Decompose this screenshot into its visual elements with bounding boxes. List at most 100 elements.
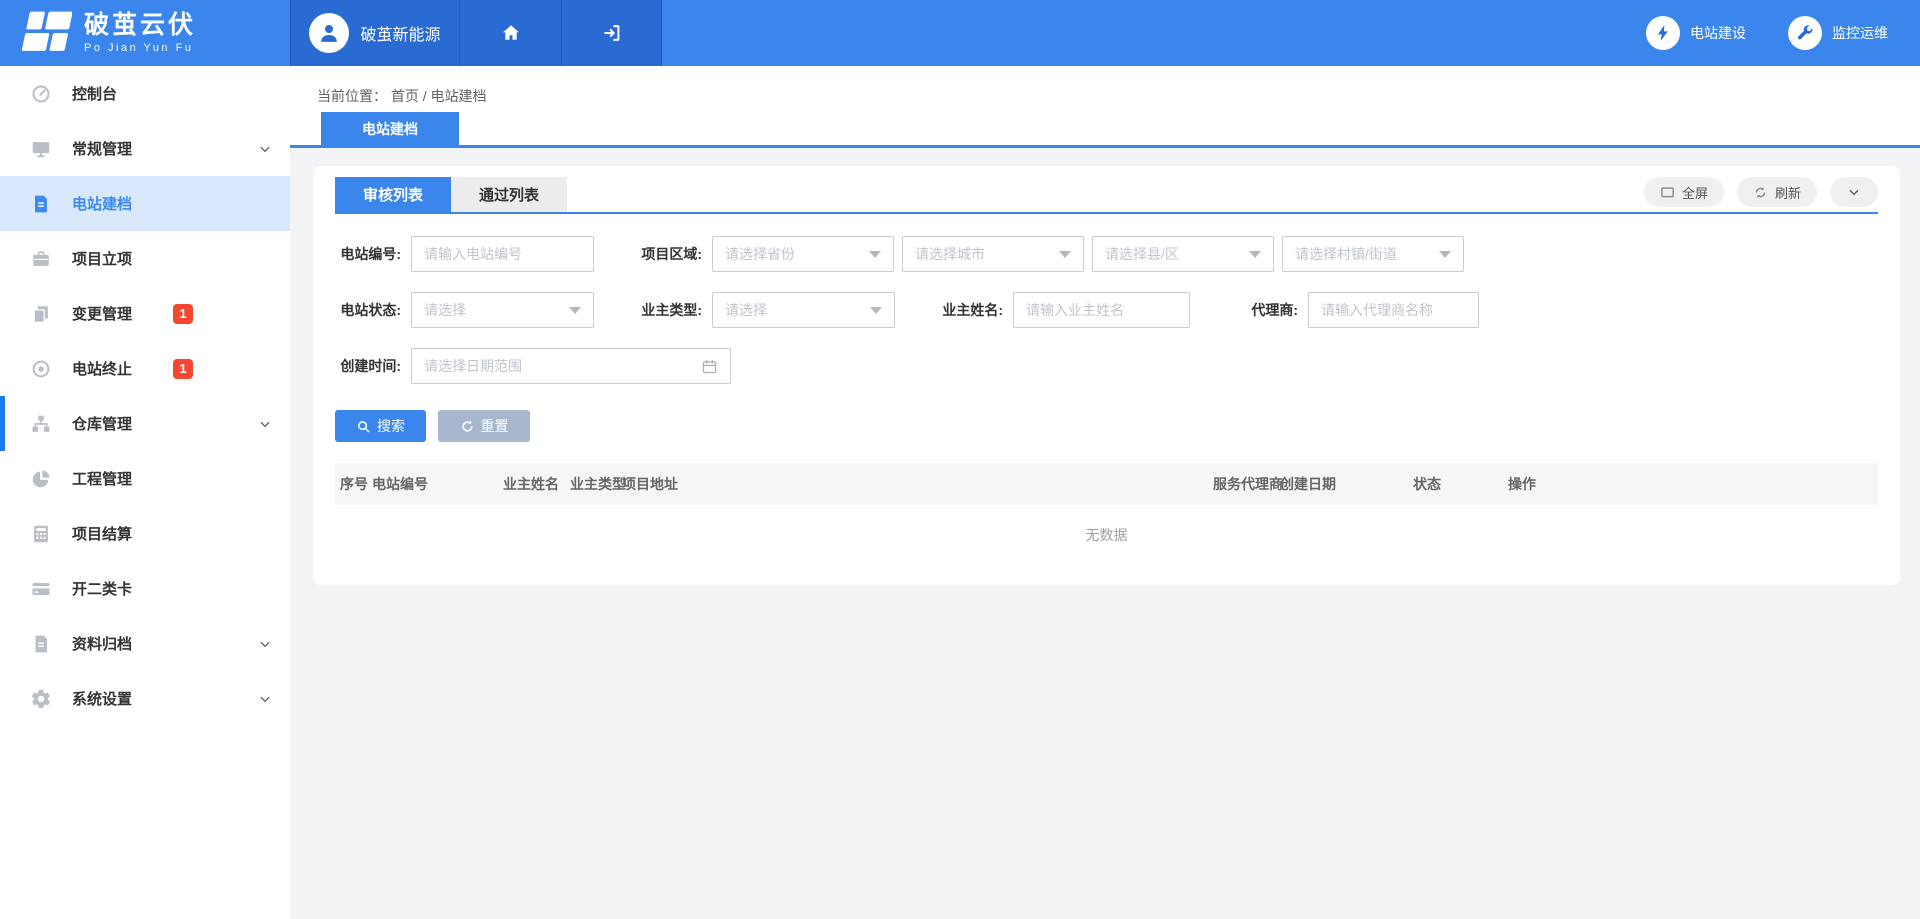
sidebar-item-system-settings[interactable]: 系统设置: [0, 671, 290, 726]
caret-down-icon: [869, 251, 881, 258]
sidebar-item-project-initiation[interactable]: 项目立项: [0, 231, 290, 286]
sitemap-icon: [30, 413, 52, 435]
sidebar-item-project-settlement[interactable]: 项目结算: [0, 506, 290, 561]
sidebar-item-label: 变更管理: [72, 303, 132, 324]
panel: 审核列表 通过列表 全屏: [313, 166, 1900, 585]
breadcrumb: 当前位置： 首页 / 电站建档: [317, 86, 487, 106]
active-indicator-bar: [0, 396, 5, 451]
document-icon: [30, 633, 52, 655]
wrench-icon: [1795, 23, 1815, 43]
county-select[interactable]: 请选择县/区: [1092, 236, 1274, 272]
col-owner-name: 业主姓名: [503, 474, 570, 494]
search-label: 搜索: [377, 416, 405, 436]
city-select[interactable]: 请选择城市: [902, 236, 1084, 272]
sidebar-item-change-mgmt[interactable]: 变更管理 1: [0, 286, 290, 341]
sidebar: 控制台 常规管理 电站建档: [0, 66, 290, 919]
user-menu[interactable]: 破茧新能源: [290, 0, 460, 66]
sidebar-item-station-termination[interactable]: 电站终止 1: [0, 341, 290, 396]
table-empty-state: 无数据: [335, 505, 1878, 565]
nav-monitor-ops[interactable]: 监控运维: [1788, 16, 1888, 50]
search-icon: [356, 419, 371, 434]
sidebar-item-console[interactable]: 控制台: [0, 66, 290, 121]
col-create-date: 创建日期: [1280, 474, 1413, 494]
col-status: 状态: [1413, 474, 1508, 494]
reset-icon: [460, 419, 475, 434]
field-label: 电站编号:: [335, 244, 401, 264]
brand-subtitle: Po Jian Yun Fu: [84, 42, 196, 54]
sidebar-item-label: 工程管理: [72, 468, 132, 489]
field-label: 业主姓名:: [937, 300, 1003, 320]
fullscreen-button[interactable]: 全屏: [1644, 177, 1724, 207]
date-range-picker[interactable]: 请选择日期范围: [411, 348, 731, 384]
search-button[interactable]: 搜索: [335, 410, 426, 442]
sidebar-item-warehouse-mgmt[interactable]: 仓库管理: [0, 396, 290, 451]
home-button[interactable]: [460, 0, 562, 66]
tab-passed-list[interactable]: 通过列表: [451, 177, 567, 212]
station-code-input[interactable]: [411, 236, 594, 272]
town-select[interactable]: 请选择村镇/街道: [1282, 236, 1464, 272]
app-root: 破茧云伏 Po Jian Yun Fu 破茧新能源: [0, 0, 1920, 919]
user-avatar: [309, 13, 349, 53]
company-name: 破茧新能源: [360, 21, 440, 45]
person-icon: [316, 20, 342, 46]
home-icon: [500, 22, 522, 44]
form-actions: 搜索 重置: [335, 410, 1878, 442]
credit-card-icon: [30, 578, 52, 600]
panel-tools: 全屏 刷新: [1644, 177, 1878, 207]
content: 审核列表 通过列表 全屏: [290, 148, 1920, 919]
sidebar-item-station-filing[interactable]: 电站建档: [0, 176, 290, 231]
file-text-icon: [30, 193, 52, 215]
sidebar-item-label: 控制台: [72, 83, 117, 104]
logout-button[interactable]: [562, 0, 662, 66]
dashboard-icon: [30, 83, 52, 105]
brand: 破茧云伏 Po Jian Yun Fu: [0, 0, 290, 66]
page-tab-station-filing[interactable]: 电站建档: [321, 112, 459, 145]
collapse-button[interactable]: [1830, 177, 1878, 207]
sidebar-item-label: 系统设置: [72, 688, 132, 709]
sidebar-item-label: 项目立项: [72, 248, 132, 269]
badge-count: 1: [173, 304, 193, 324]
province-select[interactable]: 请选择省份: [712, 236, 894, 272]
wrench-circle: [1788, 16, 1822, 50]
sidebar-item-label: 常规管理: [72, 138, 132, 159]
calendar-icon: [701, 358, 718, 375]
table-header-row: 序号 电站编号 业主姓名 业主类型 项目地址 服务代理商 创建日期 状态 操作: [335, 463, 1878, 505]
panel-tabs-row: 审核列表 通过列表 全屏: [335, 166, 1878, 214]
caret-down-icon: [1439, 251, 1451, 258]
chevron-down-icon: [258, 692, 272, 706]
fullscreen-label: 全屏: [1682, 183, 1708, 202]
col-project-address: 项目地址: [622, 474, 1213, 494]
owner-name-input[interactable]: [1013, 292, 1190, 328]
chevron-down-icon: [1846, 184, 1862, 200]
chevron-down-icon: [258, 142, 272, 156]
filter-row-2: 电站状态: 请选择 业主类型: 请选择: [335, 292, 1878, 328]
field-label: 电站状态:: [335, 300, 401, 320]
refresh-button[interactable]: 刷新: [1737, 177, 1817, 207]
reset-label: 重置: [481, 416, 509, 436]
breadcrumb-path[interactable]: 首页 / 电站建档: [391, 88, 487, 104]
sidebar-item-open-card[interactable]: 开二类卡: [0, 561, 290, 616]
caret-down-icon: [870, 307, 882, 314]
tab-review-list[interactable]: 审核列表: [335, 177, 451, 212]
gear-icon: [30, 688, 52, 710]
lightning-icon: [1653, 23, 1673, 43]
filter-form: 电站编号: 项目区域: 请选择省份 请选择城市: [335, 236, 1878, 384]
station-status-select[interactable]: 请选择: [411, 292, 594, 328]
filter-row-3: 创建时间: 请选择日期范围: [335, 348, 1878, 384]
sidebar-item-general-mgmt[interactable]: 常规管理: [0, 121, 290, 176]
filter-row-1: 电站编号: 项目区域: 请选择省份 请选择城市: [335, 236, 1878, 272]
sidebar-item-engineering-mgmt[interactable]: 工程管理: [0, 451, 290, 506]
breadcrumb-bar: 当前位置： 首页 / 电站建档 电站建档: [290, 66, 1920, 148]
refresh-label: 刷新: [1775, 183, 1801, 202]
reset-button[interactable]: 重置: [438, 410, 530, 442]
owner-type-select[interactable]: 请选择: [712, 292, 895, 328]
caret-down-icon: [1059, 251, 1071, 258]
sign-in-icon: [601, 22, 623, 44]
nav-station-construction[interactable]: 电站建设: [1646, 16, 1746, 50]
sidebar-item-data-archive[interactable]: 资料归档: [0, 616, 290, 671]
col-service-agent: 服务代理商: [1213, 474, 1280, 494]
agent-input[interactable]: [1308, 292, 1479, 328]
refresh-icon: [1753, 185, 1768, 200]
caret-down-icon: [569, 307, 581, 314]
col-owner-type: 业主类型: [570, 474, 622, 494]
